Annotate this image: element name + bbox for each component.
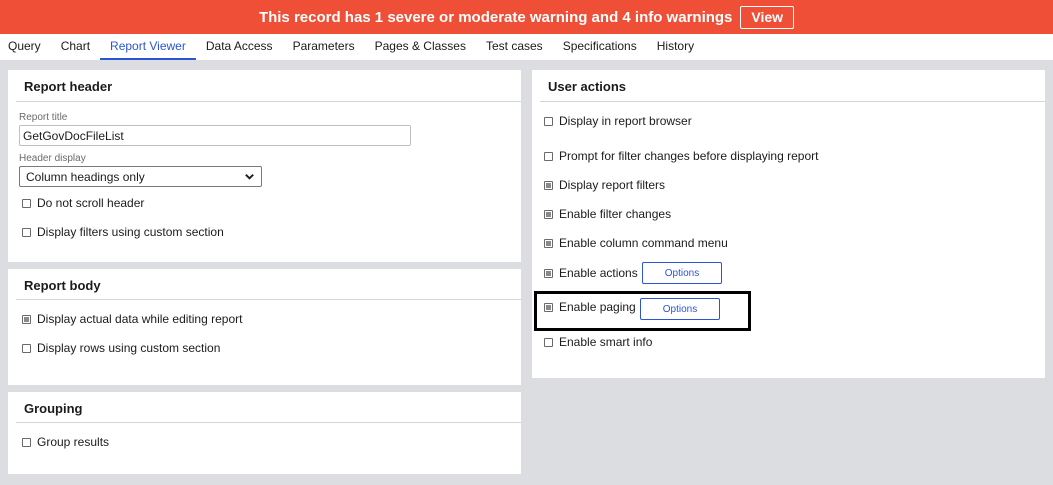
enable-actions-option[interactable]: Enable actions [544, 266, 638, 280]
display-report-filters-checkbox[interactable] [544, 180, 553, 190]
group-results-checkbox[interactable] [22, 437, 31, 447]
enable-column-command-menu-checkbox[interactable] [544, 238, 553, 248]
checkbox-label: Display actual data while editing report [37, 312, 243, 326]
do-not-scroll-header-option[interactable]: Do not scroll header [22, 196, 144, 210]
warning-banner: This record has 1 severe or moderate war… [0, 0, 1053, 34]
enable-filter-changes-option[interactable]: Enable filter changes [544, 207, 671, 221]
report-body-panel: Report body Display actual data while ed… [8, 269, 521, 385]
grouping-panel: Grouping Group results [8, 392, 521, 474]
enable-column-command-menu-option[interactable]: Enable column command menu [544, 236, 728, 250]
checkbox-label: Display filters using custom section [37, 225, 224, 239]
grouping-title: Grouping [24, 401, 83, 416]
enable-filter-changes-checkbox[interactable] [544, 209, 553, 219]
checkbox-label: Do not scroll header [37, 196, 145, 210]
divider [16, 422, 521, 423]
actions-options-button[interactable]: Options [642, 262, 722, 284]
do-not-scroll-header-checkbox[interactable] [22, 198, 31, 208]
display-in-report-browser-option[interactable]: Display in report browser [544, 114, 692, 128]
tab-query[interactable]: Query [0, 34, 51, 60]
prompt-filter-changes-checkbox[interactable] [544, 151, 553, 161]
group-results-option[interactable]: Group results [22, 435, 109, 449]
display-rows-custom-section-option[interactable]: Display rows using custom section [22, 341, 220, 355]
checkbox-label: Enable column command menu [559, 236, 728, 250]
checkbox-label: Group results [37, 435, 110, 449]
report-header-title: Report header [24, 79, 113, 94]
display-in-report-browser-checkbox[interactable] [544, 116, 553, 126]
report-body-title: Report body [24, 278, 101, 293]
tab-chart[interactable]: Chart [51, 34, 100, 60]
report-title-label: Report title [19, 112, 68, 123]
enable-actions-checkbox[interactable] [544, 268, 553, 278]
checkbox-label: Enable filter changes [559, 207, 672, 221]
tab-specifications[interactable]: Specifications [553, 34, 647, 60]
tab-parameters[interactable]: Parameters [283, 34, 365, 60]
report-title-input[interactable]: GetGovDocFileList [19, 125, 411, 146]
display-actual-data-checkbox[interactable] [22, 314, 31, 324]
tab-history[interactable]: History [647, 34, 704, 60]
user-actions-panel: User actions Display in report browser P… [532, 70, 1045, 378]
tab-bar: Query Chart Report Viewer Data Access Pa… [0, 34, 1053, 60]
prompt-filter-changes-option[interactable]: Prompt for filter changes before display… [544, 149, 818, 163]
tab-pages-classes[interactable]: Pages & Classes [365, 34, 476, 60]
divider [16, 299, 521, 300]
checkbox-label: Display in report browser [559, 114, 692, 128]
tab-report-viewer[interactable]: Report Viewer [100, 34, 196, 60]
display-report-filters-option[interactable]: Display report filters [544, 178, 665, 192]
checkbox-label: Enable actions [559, 266, 638, 280]
chevron-down-icon [245, 174, 254, 180]
divider [540, 101, 1045, 102]
display-rows-custom-section-checkbox[interactable] [22, 343, 31, 353]
enable-smart-info-option[interactable]: Enable smart info [544, 335, 652, 349]
display-filters-custom-section-checkbox[interactable] [22, 227, 31, 237]
enable-smart-info-checkbox[interactable] [544, 337, 553, 347]
tab-data-access[interactable]: Data Access [196, 34, 283, 60]
checkbox-label: Enable smart info [559, 335, 653, 349]
header-display-value: Column headings only [26, 169, 145, 184]
checkbox-label: Prompt for filter changes before display… [559, 149, 819, 163]
user-actions-title: User actions [548, 79, 627, 94]
header-display-select[interactable]: Column headings only [19, 166, 262, 187]
checkbox-label: Display rows using custom section [37, 341, 221, 355]
warning-message: This record has 1 severe or moderate war… [258, 8, 733, 26]
tab-test-cases[interactable]: Test cases [476, 34, 553, 60]
highlight-box [534, 291, 751, 331]
report-header-panel: Report header Report title GetGovDocFile… [8, 70, 521, 262]
checkbox-label: Display report filters [559, 178, 666, 192]
display-filters-custom-section-option[interactable]: Display filters using custom section [22, 225, 224, 239]
display-actual-data-option[interactable]: Display actual data while editing report [22, 312, 242, 326]
divider [16, 101, 521, 102]
view-warnings-button[interactable]: View [740, 5, 795, 29]
header-display-label: Header display [19, 153, 86, 164]
